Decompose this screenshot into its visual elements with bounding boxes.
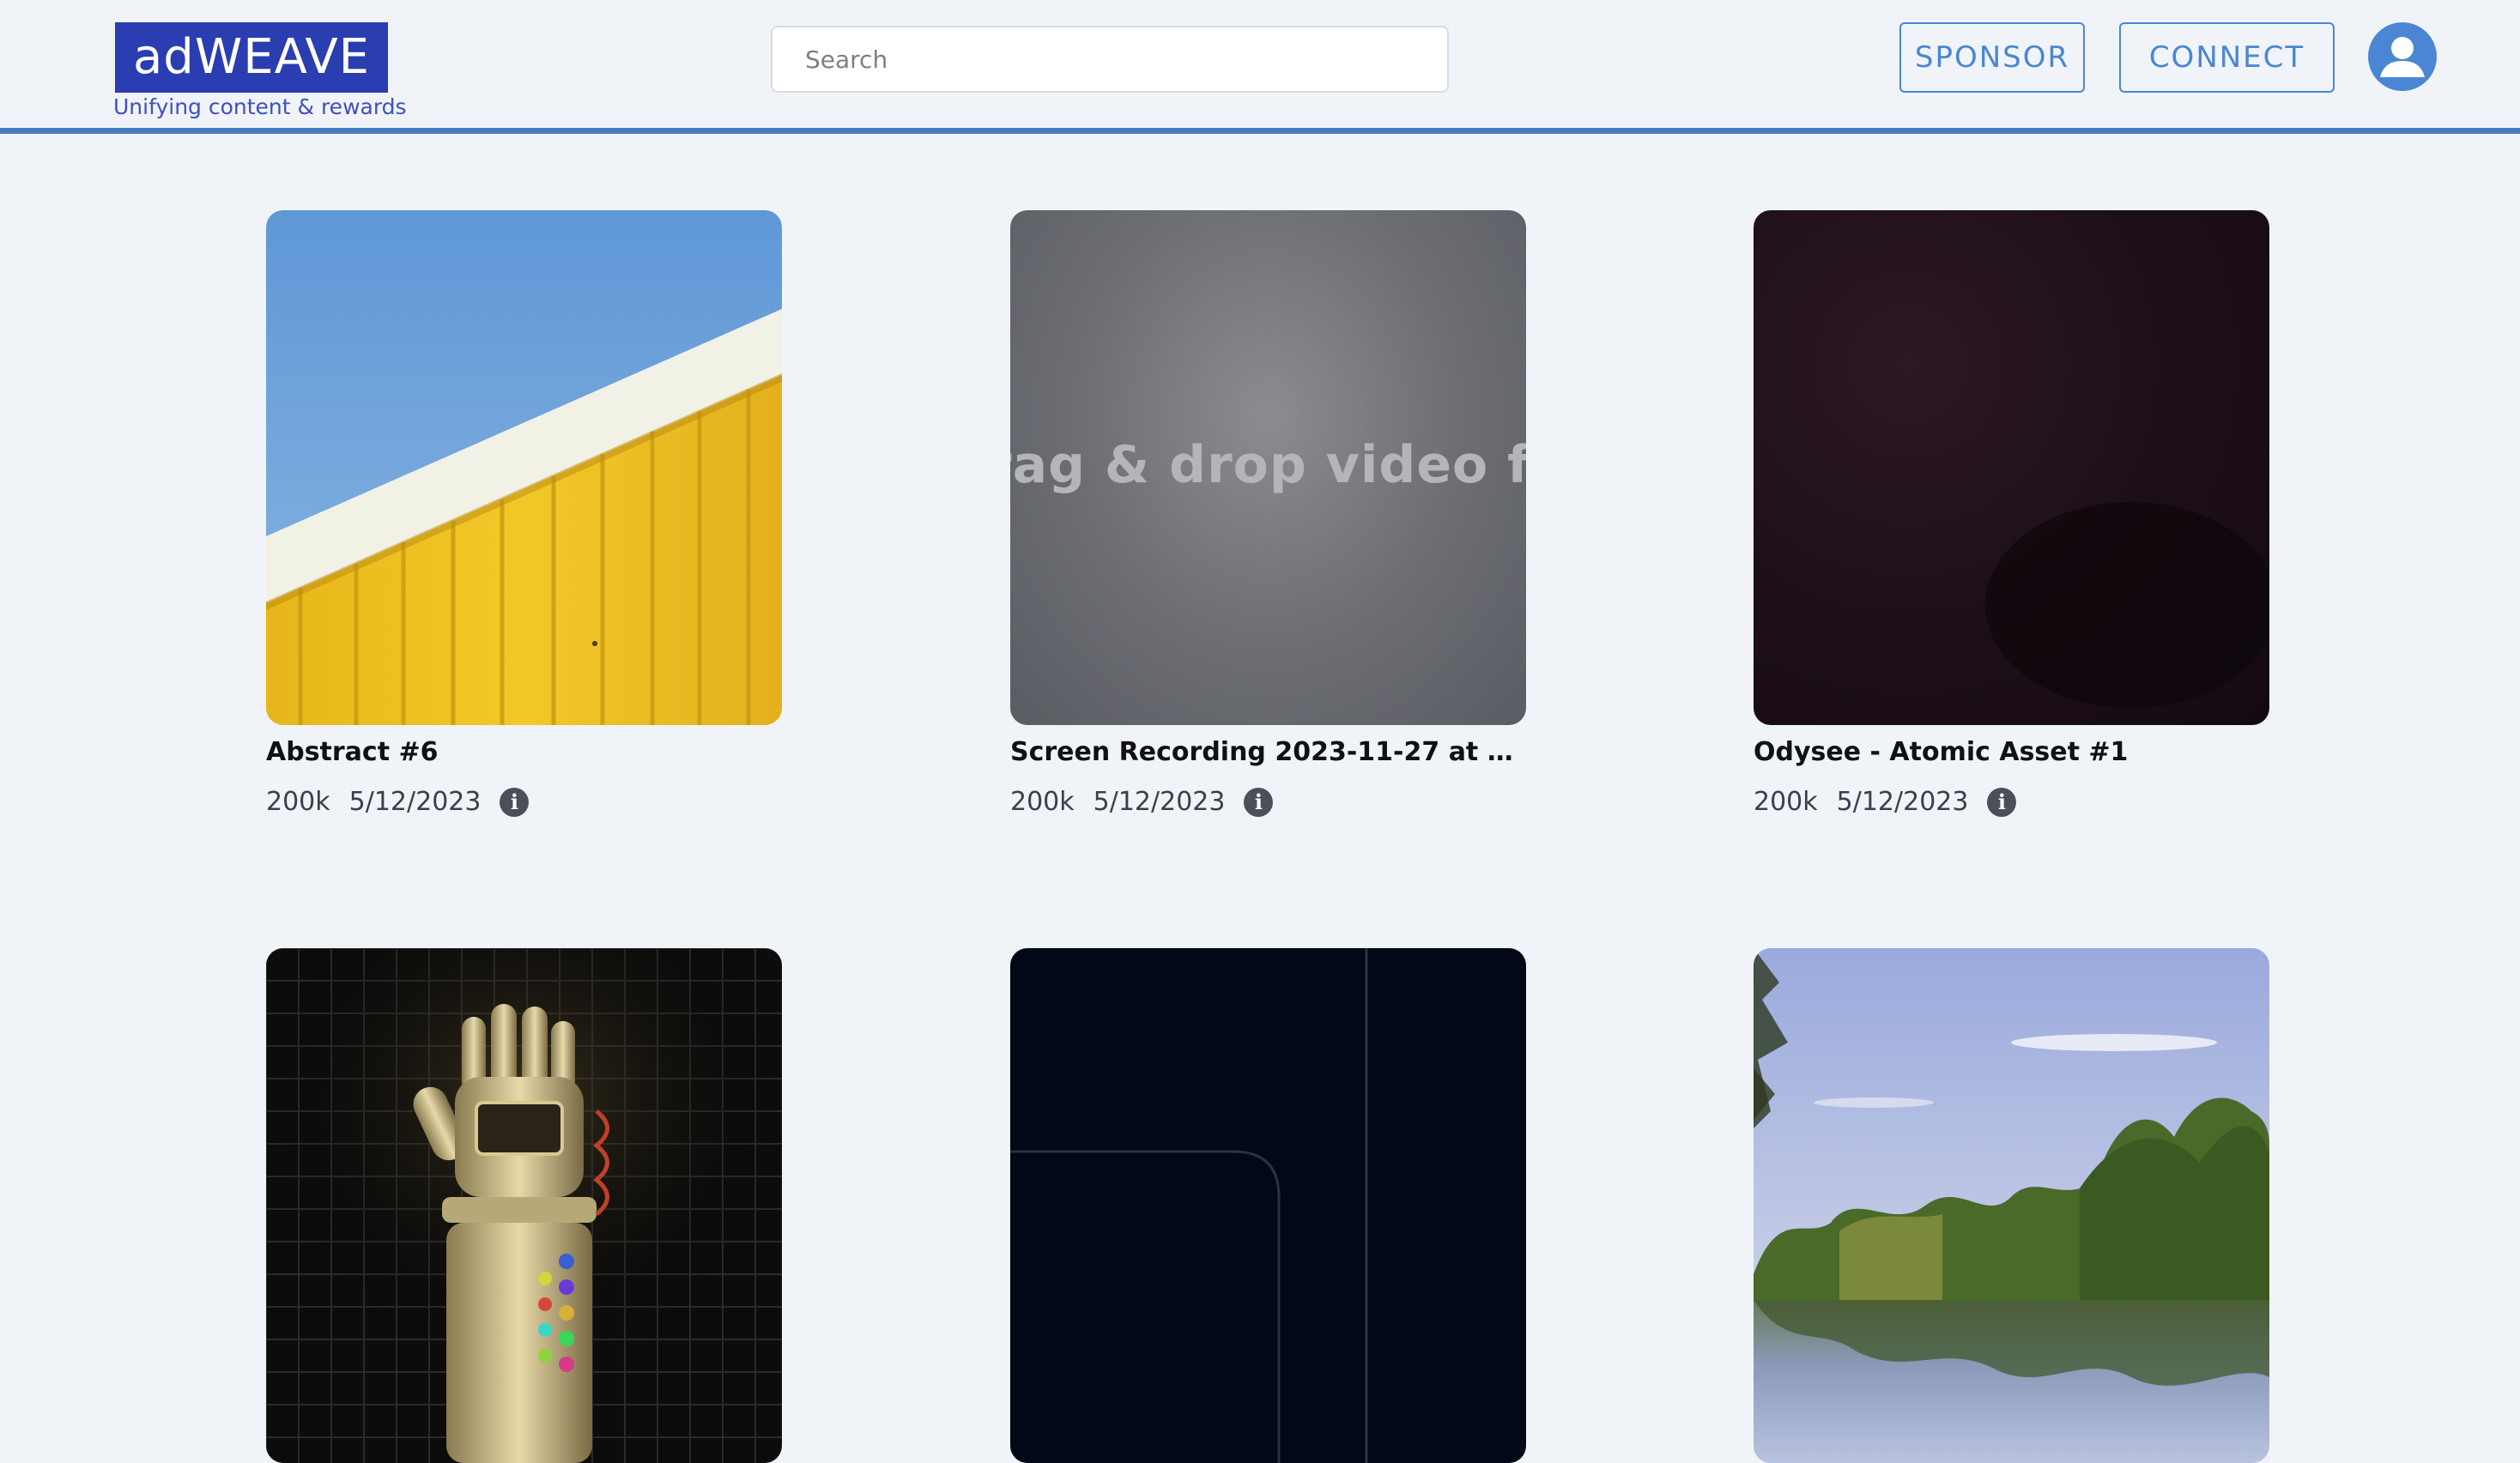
video-meta: 200k 5/12/2023 i [1010, 787, 1274, 817]
upload-date: 5/12/2023 [1836, 787, 1969, 817]
video-card[interactable]: Abstract #6 200k 5/12/2023 i [266, 210, 782, 817]
video-thumbnail[interactable] [266, 948, 782, 1463]
view-count: 200k [266, 787, 330, 817]
video-thumbnail[interactable] [266, 210, 782, 725]
video-thumbnail[interactable]: rag & drop video fil [1010, 210, 1526, 725]
video-title[interactable]: Screen Recording 2023-11-27 at 8.18.2... [1010, 737, 1526, 767]
video-card[interactable] [1010, 948, 1526, 1463]
view-count: 200k [1010, 787, 1075, 817]
video-thumbnail[interactable] [1754, 948, 2269, 1463]
info-icon[interactable]: i [1987, 787, 2017, 817]
video-grid: Abstract #6 200k 5/12/2023 i rag & drop … [0, 0, 2520, 1463]
view-count: 200k [1754, 787, 1818, 817]
video-thumbnail[interactable] [1754, 210, 2269, 725]
video-title[interactable]: Abstract #6 [266, 737, 782, 767]
upload-date: 5/12/2023 [348, 787, 482, 817]
info-icon[interactable]: i [1244, 787, 1274, 817]
video-thumbnail[interactable] [1010, 948, 1526, 1463]
video-card[interactable]: rag & drop video fil Screen Recording 20… [1010, 210, 1526, 817]
video-card[interactable] [266, 948, 782, 1463]
upload-date: 5/12/2023 [1093, 787, 1226, 817]
thumbnail-overlay-text: rag & drop video fil [1010, 435, 1526, 495]
video-meta: 200k 5/12/2023 i [1754, 787, 2017, 817]
video-title[interactable]: Odysee - Atomic Asset #1 [1754, 737, 2269, 767]
video-card[interactable]: Odysee - Atomic Asset #1 200k 5/12/2023 … [1754, 210, 2269, 817]
video-card[interactable] [1754, 948, 2269, 1463]
info-icon[interactable]: i [500, 787, 530, 817]
video-meta: 200k 5/12/2023 i [266, 787, 530, 817]
